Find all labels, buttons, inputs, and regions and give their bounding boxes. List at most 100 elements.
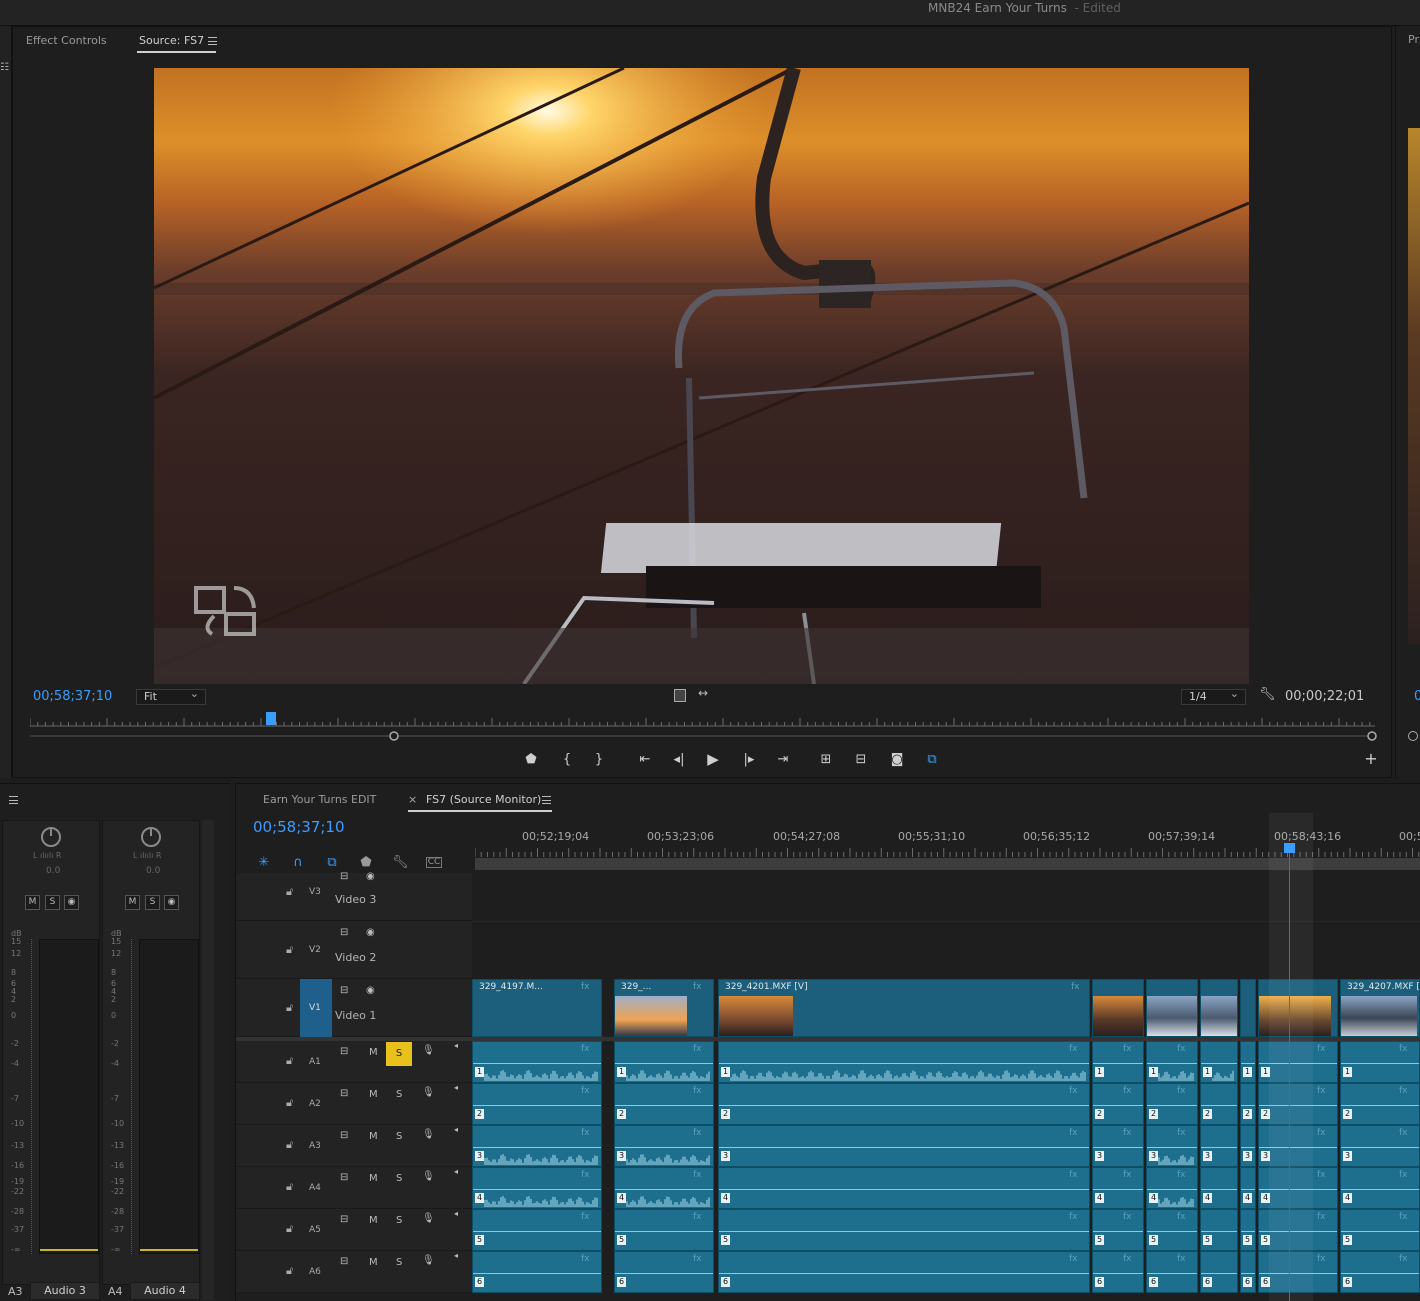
audio-clip[interactable]: fx 6 <box>1092 1251 1144 1293</box>
fit-dropdown[interactable]: Fit <box>136 687 206 705</box>
panel-menu-icon[interactable] <box>208 37 217 45</box>
audio-clip[interactable]: fx 3 <box>718 1125 1090 1167</box>
source-scrub-bar[interactable] <box>30 712 1380 747</box>
audio-clip[interactable]: 6 <box>1200 1251 1238 1293</box>
sync-lock-icon[interactable]: ⊟ <box>340 1088 348 1099</box>
video-clip[interactable]: 329_4197.M... fx <box>472 979 602 1037</box>
lock-icon[interactable]: 🔓︎ <box>286 1180 293 1194</box>
eye-icon[interactable]: ◉ <box>366 927 375 938</box>
voice-over-mic-icon[interactable]: 🎙︎ <box>422 1045 435 1056</box>
audio-clip[interactable]: fx 1 <box>1092 1041 1144 1083</box>
audio-clip[interactable]: 1 <box>1200 1041 1238 1083</box>
voice-over-mic-icon[interactable]: 🎙︎ <box>422 1087 435 1098</box>
eye-icon[interactable]: ◉ <box>366 985 375 996</box>
audio-clip[interactable]: fx 2 <box>1092 1083 1144 1125</box>
lock-icon[interactable]: 🔓︎ <box>286 1222 293 1236</box>
track-expand-icon[interactable]: ◂ <box>454 1251 458 1260</box>
audio-clip[interactable]: 5 <box>1240 1209 1256 1251</box>
program-scrub-end[interactable] <box>1408 731 1418 741</box>
track-expand-icon[interactable]: ◂ <box>454 1167 458 1176</box>
mute-button[interactable]: M <box>369 1089 378 1100</box>
lock-icon[interactable]: 🔓︎ <box>286 943 293 957</box>
strip-name-audio3[interactable]: Audio 3 <box>30 1282 100 1300</box>
audio-clip[interactable]: fx 6 <box>1340 1251 1420 1293</box>
nest-sequence-icon[interactable]: ✳ <box>256 855 272 871</box>
audio-clip[interactable]: 2 <box>1240 1083 1256 1125</box>
solo-button[interactable]: S <box>396 1257 402 1268</box>
tab-program[interactable]: Pr <box>1408 33 1419 46</box>
audio-clip[interactable]: fx 3 <box>1340 1125 1420 1167</box>
go-to-out-button[interactable]: ⇥ <box>774 752 792 770</box>
audio-clip[interactable]: fx 1 <box>1340 1041 1420 1083</box>
sync-lock-icon[interactable]: ⊟ <box>340 1256 348 1267</box>
lock-icon[interactable]: 🔓︎ <box>286 1138 293 1152</box>
audio-clip[interactable]: fx 5 <box>614 1209 714 1251</box>
solo-button[interactable]: S <box>396 1131 402 1142</box>
export-frame-camera-icon[interactable]: ◙ <box>888 752 906 770</box>
audio-clip[interactable]: fx 2 <box>614 1083 714 1125</box>
go-to-in-button[interactable]: ⇤ <box>636 752 654 770</box>
track-expand-icon[interactable]: ◂ <box>454 1125 458 1134</box>
mute-button[interactable]: M <box>369 1257 378 1268</box>
solo-button-active[interactable]: S <box>386 1042 412 1066</box>
audio-clip[interactable]: 3 <box>1240 1125 1256 1167</box>
pan-value[interactable]: 0.0 <box>146 866 160 876</box>
audio-clip[interactable]: fx 3 <box>614 1125 714 1167</box>
audio-clip[interactable]: fx 3 <box>1092 1125 1144 1167</box>
audio-clip[interactable]: 1 <box>1240 1041 1256 1083</box>
mark-out-button[interactable]: } <box>590 752 608 770</box>
mark-in-button[interactable]: { <box>558 752 576 770</box>
audio-clip[interactable]: fx 4 <box>1146 1167 1198 1209</box>
fader-track[interactable] <box>131 939 137 1254</box>
fader-track[interactable] <box>31 939 37 1254</box>
snap-magnet-icon[interactable]: ∩ <box>290 855 306 871</box>
video-clip[interactable] <box>1200 979 1238 1037</box>
drag-audio-icon[interactable]: ↔ <box>698 686 708 700</box>
timeline-settings-wrench-icon[interactable]: 🔧︎ <box>392 855 409 871</box>
tab-fs7-source-monitor[interactable]: FS7 (Source Monitor) <box>426 793 541 806</box>
audio-clip[interactable]: 4 <box>1240 1167 1256 1209</box>
mute-button[interactable]: M <box>125 895 140 910</box>
solo-button[interactable]: S <box>396 1089 402 1100</box>
audio-clip[interactable]: fx 4 <box>718 1167 1090 1209</box>
audio-clip[interactable]: 4 <box>1200 1167 1238 1209</box>
playhead-line[interactable] <box>1289 848 1290 1301</box>
audio-clip[interactable]: fx 1 <box>614 1041 714 1083</box>
tab-source-fs7[interactable]: Source: FS7 <box>139 34 204 47</box>
audio-clip[interactable]: fx 1 <box>472 1041 602 1083</box>
audio-clip[interactable]: fx 6 <box>718 1251 1090 1293</box>
drag-video-icon[interactable] <box>674 689 686 702</box>
add-marker-button[interactable]: ⬟ <box>522 752 540 770</box>
audio-clip[interactable]: fx 5 <box>1092 1209 1144 1251</box>
voice-over-mic-icon[interactable]: 🎙︎ <box>422 1171 435 1182</box>
multi-camera-icon[interactable]: ⧉ <box>923 752 941 770</box>
audio-clip[interactable]: fx 6 <box>472 1251 602 1293</box>
pan-knob[interactable] <box>41 827 61 847</box>
audio-clip[interactable]: fx 4 <box>472 1167 602 1209</box>
playhead-handle[interactable] <box>1284 843 1295 853</box>
timeline-timecode[interactable]: 00;58;37;10 <box>253 818 345 836</box>
sync-lock-icon[interactable]: ⊟ <box>340 985 348 996</box>
audio-clip[interactable]: fx 3 <box>472 1125 602 1167</box>
button-editor-plus-icon[interactable]: + <box>1362 751 1380 769</box>
sync-lock-icon[interactable]: ⊟ <box>340 1214 348 1225</box>
solo-button[interactable]: S <box>45 895 60 910</box>
mixer-menu-icon[interactable] <box>9 796 18 804</box>
lock-icon[interactable]: 🔓︎ <box>286 1001 293 1015</box>
close-tab-icon[interactable]: × <box>408 793 417 806</box>
audio-clip[interactable]: 5 <box>1200 1209 1238 1251</box>
track-expand-icon[interactable]: ◂ <box>454 1209 458 1218</box>
track-expand-icon[interactable]: ◂ <box>454 1083 458 1092</box>
audio-clip[interactable]: fx 5 <box>1146 1209 1198 1251</box>
audio-clip[interactable]: fx 2 <box>1340 1083 1420 1125</box>
video-clip[interactable]: 329_... fx <box>614 979 714 1037</box>
step-forward-button[interactable]: |▸ <box>740 752 758 770</box>
insert-button[interactable]: ⊞ <box>817 752 835 770</box>
video-clip[interactable] <box>1092 979 1144 1037</box>
audio-clip[interactable]: fx 2 <box>718 1083 1090 1125</box>
audio-clip[interactable]: fx 6 <box>614 1251 714 1293</box>
add-marker-icon[interactable]: ⬟ <box>358 855 374 871</box>
overwrite-button[interactable]: ⊟ <box>852 752 870 770</box>
resolution-dropdown[interactable]: 1/4 <box>1181 687 1246 705</box>
sync-lock-icon[interactable]: ⊟ <box>340 1130 348 1141</box>
